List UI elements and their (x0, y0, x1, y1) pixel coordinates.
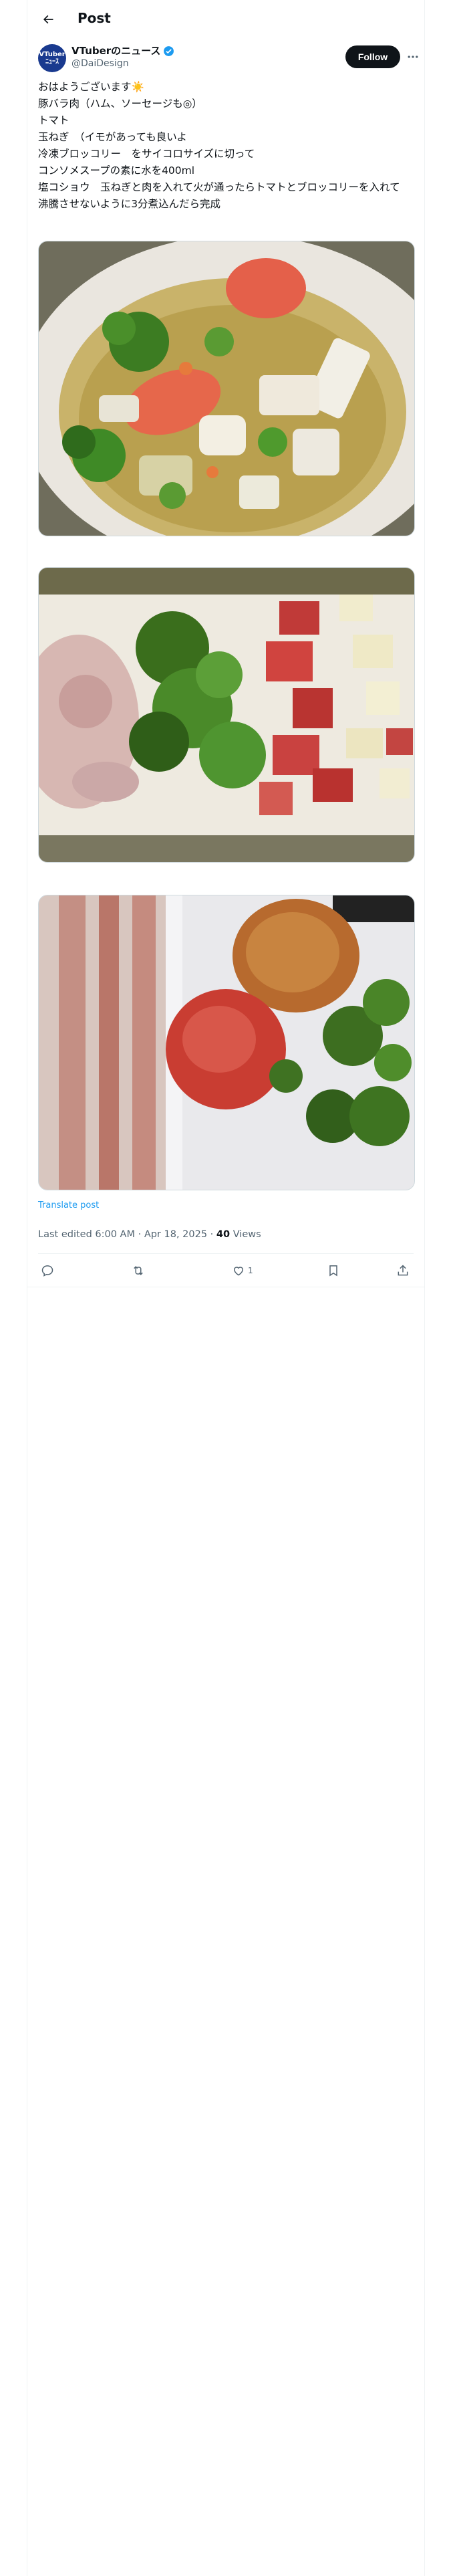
chopped-ingredients-photo (39, 568, 414, 862)
post-line: 塩コショウ 玉ねぎと肉を入れて火が通ったらトマトとブロッコリーを入れて (38, 181, 400, 193)
raw-ingredients-photo (39, 895, 414, 1190)
author-name[interactable]: VTuberのニュース (71, 44, 174, 58)
views-count: 40 (216, 1229, 231, 1240)
edited-timestamp[interactable]: Last edited 6:00 AM · Apr 18, 2025 · (38, 1229, 216, 1240)
more-horizontal-icon (408, 56, 418, 58)
bookmark-button[interactable] (327, 1261, 343, 1280)
share-button[interactable] (396, 1261, 410, 1280)
action-bar: 1 (38, 1257, 414, 1284)
arrow-left-icon (43, 15, 53, 24)
soup-photo (39, 241, 414, 536)
post-line: トマト (38, 114, 69, 126)
author-name-text: VTuberのニュース (71, 45, 161, 57)
back-button[interactable] (37, 8, 59, 31)
share-icon (398, 1265, 408, 1276)
avatar-logo: VTuber ﾆｭｰｽ (39, 51, 65, 66)
post-line: コンソメスープの素に水を400ml (38, 165, 195, 177)
reply-icon (41, 1265, 53, 1277)
post-image-3[interactable] (38, 895, 415, 1190)
post-line: 玉ねぎ （イモがあっても良いよ (38, 131, 187, 143)
author-handle[interactable]: @DaiDesign (71, 58, 129, 70)
post-line: 豚バラ肉（ハム、ソーセージも◎） (38, 98, 202, 110)
post-image-1[interactable] (38, 241, 415, 536)
more-button[interactable] (403, 47, 423, 67)
like-button[interactable]: 1 (232, 1261, 253, 1280)
translate-post-link[interactable]: Translate post (38, 1200, 99, 1212)
views-label: Views (230, 1229, 261, 1240)
post-line: 冷凍ブロッコリー をサイコロサイズに切って (38, 148, 255, 160)
post-image-2[interactable] (38, 567, 415, 863)
avatar[interactable]: VTuber ﾆｭｰｽ (38, 44, 66, 72)
like-count: 1 (248, 1266, 253, 1275)
main-column: Post VTuber ﾆｭｰｽ VTuberのニュース @DaiDesign F… (27, 0, 425, 2576)
divider (38, 1253, 414, 1254)
repost-icon (134, 1266, 143, 1275)
bookmark-icon (329, 1265, 337, 1277)
top-bar: Post (27, 0, 424, 39)
post-text: おはようございます☀️ 豚バラ肉（ハム、ソーセージも◎） トマト 玉ねぎ （イモ… (38, 79, 414, 213)
heart-icon (233, 1267, 244, 1276)
repost-button[interactable] (132, 1261, 148, 1280)
reply-button[interactable] (41, 1261, 57, 1280)
post-line: 沸騰させないように3分煮込んだら完成 (38, 198, 221, 210)
post-line: おはようございます☀️ (38, 81, 144, 93)
post-meta: Last edited 6:00 AM · Apr 18, 2025 · 40 … (38, 1228, 261, 1241)
follow-button[interactable]: Follow (345, 45, 400, 68)
page-title: Post (78, 10, 111, 26)
verified-badge-icon (164, 45, 174, 56)
